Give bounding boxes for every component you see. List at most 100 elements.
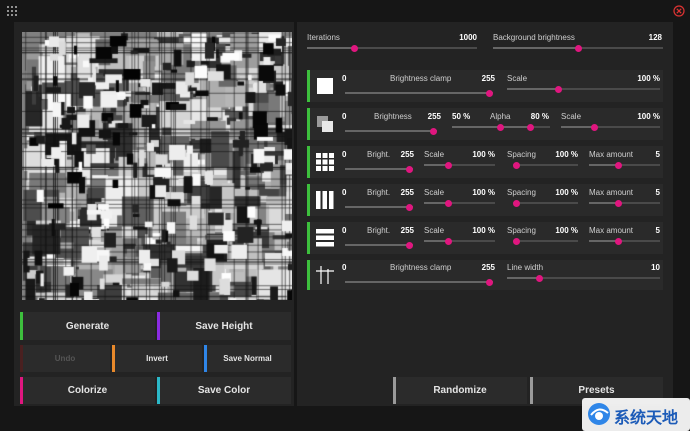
save-normal-button[interactable]: Save Normal [204,345,291,372]
background-brightness-label: Background brightness [493,33,575,42]
max-amount-value: 5 [655,226,660,235]
scale-slider[interactable] [424,237,495,245]
shape-row-overlap: 0 Brightness 255 50 % Alpha 80 % Scale 1… [307,108,663,140]
save-height-label: Save Height [195,320,253,332]
grid-squares-icon [316,153,334,171]
scale-value: 100 % [472,188,495,197]
alpha-label: Alpha [490,112,511,121]
heightmap-preview [22,32,292,300]
scale-value: 100 % [637,112,660,121]
generate-button[interactable]: Generate [20,312,155,340]
max-amount-slider[interactable] [589,237,660,245]
spacing-label: Spacing [507,226,536,235]
crossing-lines-icon [316,266,334,284]
shape-row-grid: 0 Bright. 255 Scale 100 % Spacing 100 % … [307,146,663,178]
brightness-slider[interactable] [345,127,437,135]
max-amount-label: Max amount [589,188,634,197]
vertical-bars-icon [316,191,334,209]
bright-slider[interactable] [345,241,413,249]
presets-label: Presets [578,385,615,396]
shape-row-lines: 0 Brightness clamp 255 Line width 10 [307,260,663,290]
bright-min-value: 0 [342,188,347,197]
horizontal-bars-icon [316,229,334,247]
generate-label: Generate [65,320,110,332]
spacing-slider[interactable] [513,199,578,207]
bright-max-value: 255 [400,188,414,197]
alpha-max-value: 80 % [530,112,549,121]
bright-min-value: 0 [342,226,347,235]
scale-value: 100 % [472,226,495,235]
app-window: Generate Save Height Undo Invert Save No… [0,0,690,431]
bright-max-value: 255 [400,226,414,235]
brightness-clamp-label: Brightness clamp [390,74,452,83]
bright-max-value: 255 [400,150,414,159]
max-amount-value: 5 [655,150,660,159]
brightness-label: Brightness [374,112,412,121]
invert-button[interactable]: Invert [112,345,202,372]
bright-slider[interactable] [345,203,413,211]
watermark-logo-icon [586,401,612,427]
close-icon[interactable] [673,5,685,17]
shape-row-square: 0 Brightness clamp 255 Scale 100 % [307,70,663,102]
invert-label: Invert [146,354,168,363]
watermark-text: 系统天地 [614,408,679,427]
scale-label: Scale [561,112,582,121]
alpha-min-value: 50 % [452,112,471,121]
randomize-button[interactable]: Randomize [393,377,527,404]
save-height-button[interactable]: Save Height [157,312,291,340]
line-width-value: 10 [651,263,660,272]
overlap-squares-icon [316,115,334,133]
save-color-label: Save Color [197,385,251,396]
iterations-value: 1000 [459,33,477,42]
brightness-clamp-slider[interactable] [345,278,493,286]
line-width-slider[interactable] [507,274,660,282]
background-brightness-slider[interactable] [493,44,663,52]
spacing-value: 100 % [555,150,578,159]
scale-label: Scale [424,150,445,159]
iterations-label: Iterations [307,33,340,42]
max-amount-value: 5 [655,188,660,197]
iterations-slider[interactable] [307,44,477,52]
spacing-label: Spacing [507,188,536,197]
scale-value: 100 % [637,74,660,83]
scale-slider[interactable] [424,199,495,207]
shape-row-hbars: 0 Bright. 255 Scale 100 % Spacing 100 % … [307,222,663,254]
clamp-min-value: 0 [342,74,347,83]
undo-label: Undo [54,354,76,363]
bright-min-value: 0 [342,150,347,159]
randomize-label: Randomize [433,385,487,396]
clamp-max-value: 255 [481,263,495,272]
max-amount-label: Max amount [589,226,634,235]
scale-value: 100 % [472,150,495,159]
brightness-min-value: 0 [342,112,347,121]
shape-row-vbars: 0 Bright. 255 Scale 100 % Spacing 100 % … [307,184,663,216]
line-width-label: Line width [507,263,544,272]
brightness-clamp-label: Brightness clamp [390,263,452,272]
max-amount-slider[interactable] [589,199,660,207]
bright-slider[interactable] [345,165,413,173]
spacing-slider[interactable] [513,237,578,245]
scale-label: Scale [424,188,445,197]
spacing-label: Spacing [507,150,536,159]
brightness-clamp-slider[interactable] [345,89,493,97]
menu-icon[interactable] [6,5,18,17]
square-icon [316,77,334,95]
save-color-button[interactable]: Save Color [157,377,291,404]
scale-slider[interactable] [507,85,660,93]
spacing-slider[interactable] [513,161,578,169]
max-amount-label: Max amount [589,150,634,159]
max-amount-slider[interactable] [589,161,660,169]
clamp-min-value: 0 [342,263,347,272]
spacing-value: 100 % [555,226,578,235]
clamp-max-value: 255 [481,74,495,83]
scale-slider[interactable] [424,161,495,169]
scale-label: Scale [507,74,528,83]
spacing-value: 100 % [555,188,578,197]
alpha-range-slider[interactable] [452,123,550,131]
brightness-max-value: 255 [427,112,441,121]
undo-button[interactable]: Undo [20,345,110,372]
scale-slider[interactable] [561,123,660,131]
save-normal-label: Save Normal [223,354,272,363]
colorize-label: Colorize [67,385,108,396]
colorize-button[interactable]: Colorize [20,377,155,404]
